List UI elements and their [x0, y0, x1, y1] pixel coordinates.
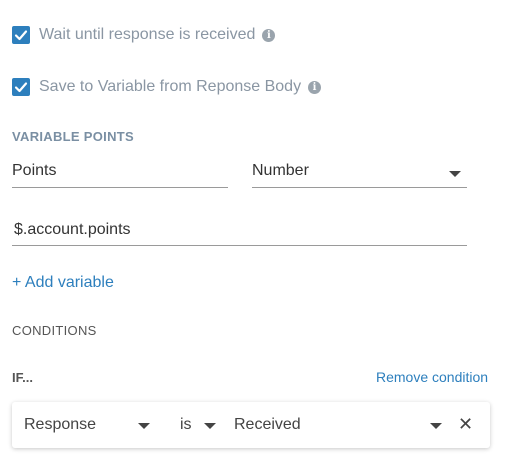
remove-condition-link[interactable]: Remove condition: [376, 369, 488, 385]
chevron-down-icon: [138, 423, 150, 429]
info-icon[interactable]: i: [262, 28, 276, 42]
conditions-section-title: CONDITIONS: [12, 323, 97, 338]
condition-subject-select[interactable]: Response: [12, 402, 160, 448]
condition-row: Response is Received ✕: [12, 402, 490, 448]
save-checkbox[interactable]: [12, 78, 30, 96]
wait-option[interactable]: Wait until response is received i: [12, 24, 276, 46]
wait-label: Wait until response is received: [39, 26, 256, 43]
checkmark-icon: [14, 82, 28, 93]
condition-operator-select[interactable]: is: [172, 402, 228, 448]
checkmark-icon: [14, 30, 28, 41]
add-variable-link[interactable]: + Add variable: [12, 274, 114, 292]
condition-subject-value: Response: [24, 416, 97, 433]
info-icon[interactable]: i: [308, 80, 322, 94]
condition-target-select[interactable]: Received: [234, 402, 446, 448]
save-label: Save to Variable from Reponse Body: [39, 78, 302, 95]
variable-path-value: $.account.points: [14, 221, 131, 238]
chevron-down-icon: [449, 171, 461, 177]
chevron-down-icon: [430, 423, 442, 429]
condition-operator-value: is: [180, 416, 192, 433]
variable-section-title: VARIABLE POINTS: [12, 129, 134, 144]
save-option[interactable]: Save to Variable from Reponse Body i: [12, 76, 322, 98]
condition-target-value: Received: [234, 416, 301, 433]
close-icon[interactable]: ✕: [458, 414, 473, 434]
variable-name-field[interactable]: Points: [12, 162, 228, 188]
variable-name-value: Points: [12, 162, 57, 179]
variable-type-select[interactable]: Number: [252, 162, 467, 188]
wait-checkbox[interactable]: [12, 26, 30, 44]
variable-type-value: Number: [252, 162, 309, 179]
variable-path-field[interactable]: $.account.points: [12, 221, 467, 246]
if-label: IF...: [12, 370, 33, 385]
chevron-down-icon: [204, 423, 216, 429]
